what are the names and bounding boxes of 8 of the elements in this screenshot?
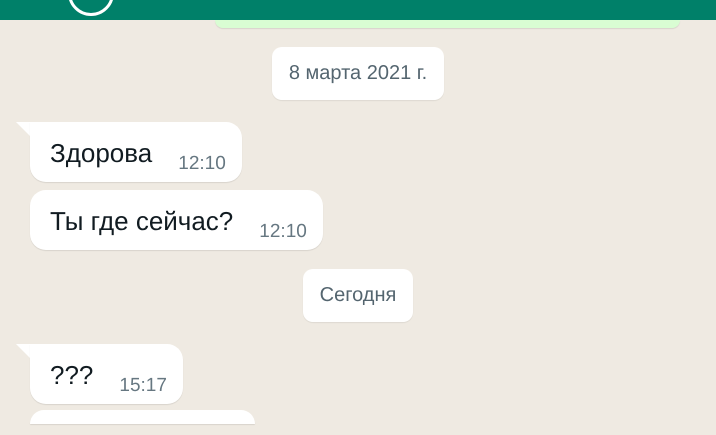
message-text: ??? bbox=[50, 359, 94, 392]
message-text: Здорова bbox=[50, 137, 152, 170]
date-chip: 8 марта 2021 г. bbox=[272, 47, 444, 100]
message-text: Ты где сейчас? bbox=[50, 205, 234, 238]
message-time: 12:10 bbox=[259, 220, 307, 244]
message-time: 15:17 bbox=[119, 374, 167, 398]
date-chip: Сегодня bbox=[302, 269, 414, 322]
message-time: 12:10 bbox=[178, 152, 226, 176]
